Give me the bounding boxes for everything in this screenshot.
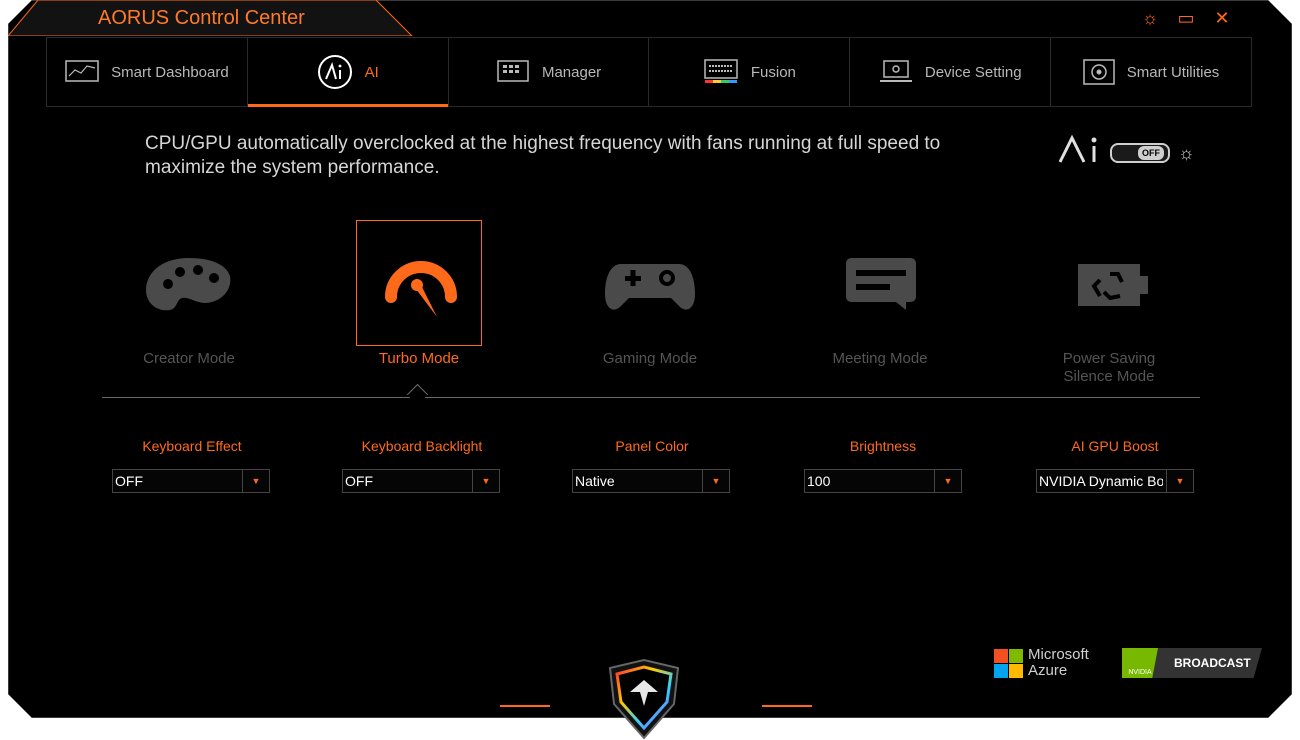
brightness-select[interactable]: 100 ▼ — [804, 469, 962, 493]
logo-text: Microsoft — [1028, 646, 1089, 663]
bottom-accent-line — [762, 705, 812, 707]
ai-icon — [317, 55, 352, 89]
mode-turbo[interactable] — [356, 220, 482, 346]
ai-toggle-switch[interactable]: OFF — [1110, 143, 1170, 163]
tab-smart-dashboard[interactable]: Smart Dashboard — [46, 38, 248, 106]
label-brightness: Brightness — [849, 438, 917, 454]
chevron-down-icon[interactable]: ▼ — [242, 470, 269, 492]
manager-icon — [497, 60, 529, 82]
keyboard-icon — [704, 59, 738, 83]
mode-label-creator: Creator Mode — [143, 350, 235, 367]
app-title: AORUS Control Center — [98, 7, 305, 29]
laptop-settings-icon — [879, 60, 912, 82]
chevron-down-icon[interactable]: ▼ — [472, 470, 499, 492]
mode-meeting[interactable] — [818, 222, 944, 348]
nvidia-badge: NVIDIA — [1122, 648, 1158, 678]
toggle-state: OFF — [1138, 146, 1164, 160]
tab-label: Device Setting — [924, 63, 1022, 81]
gamepad-icon — [605, 264, 695, 310]
tab-fusion[interactable]: Fusion — [649, 38, 851, 106]
ai-gpu-boost-select[interactable]: NVIDIA Dynamic Boost ▼ — [1036, 469, 1194, 493]
keyboard-backlight-select[interactable]: OFF ▼ — [342, 469, 500, 493]
tab-label: AI — [364, 63, 379, 81]
microsoft-logo-icon — [994, 649, 1023, 678]
chevron-down-icon[interactable]: ▼ — [1166, 470, 1193, 492]
tab-ai[interactable]: AI — [247, 38, 449, 107]
mode-label-turbo: Turbo Mode — [378, 350, 460, 367]
title-bar: AORUS Control Center ☼ ▭ ✕ — [8, 0, 1292, 36]
restore-icon[interactable]: ▭ — [1176, 8, 1196, 28]
section-divider — [102, 397, 1200, 398]
tab-label: Manager — [541, 63, 602, 81]
select-value: Native — [575, 473, 615, 489]
label-ai-gpu-boost: AI GPU Boost — [1071, 438, 1159, 454]
tab-label: Fusion — [750, 63, 796, 81]
speedometer-icon — [385, 261, 457, 317]
keyboard-effect-select[interactable]: OFF ▼ — [112, 469, 270, 493]
close-icon[interactable]: ✕ — [1212, 8, 1232, 28]
mode-label-gaming: Gaming Mode — [602, 350, 698, 367]
sun-icon: ☼ — [1178, 142, 1195, 163]
tab-label: Smart Dashboard — [111, 63, 229, 81]
nvidia-broadcast-logo: NVIDIA BROADCAST — [1122, 648, 1262, 678]
main-tabs: Smart Dashboard AI Manager Fusion Device… — [46, 37, 1252, 107]
logo-text: BROADCAST — [1174, 656, 1251, 670]
ai-logo — [1058, 134, 1102, 172]
bottom-accent-line — [500, 705, 550, 707]
tab-manager[interactable]: Manager — [449, 38, 650, 106]
mode-power-saving[interactable] — [1048, 222, 1174, 348]
chat-icon — [846, 258, 916, 310]
chevron-down-icon[interactable]: ▼ — [934, 470, 961, 492]
mode-gaming[interactable] — [587, 222, 713, 348]
ai-toggle-group: OFF ☼ — [1058, 134, 1195, 172]
settings-icon[interactable]: ☼ — [1140, 8, 1160, 28]
mode-label-meeting: Meeting Mode — [832, 350, 928, 367]
palette-icon — [146, 258, 231, 311]
chevron-down-icon[interactable]: ▼ — [702, 470, 729, 492]
select-value: OFF — [345, 473, 373, 489]
utilities-icon — [1083, 59, 1115, 85]
dashboard-icon — [65, 60, 99, 82]
label-keyboard-backlight: Keyboard Backlight — [361, 438, 483, 454]
ai-logo-icon — [1058, 134, 1097, 163]
select-value: NVIDIA Dynamic Boost — [1039, 473, 1163, 489]
mode-label-line: Power Saving — [1062, 350, 1156, 367]
select-value: 100 — [807, 473, 831, 489]
mode-label-power-saving: Power Saving Silence Mode — [1029, 350, 1189, 386]
panel-color-select[interactable]: Native ▼ — [572, 469, 730, 493]
label-panel-color: Panel Color — [615, 438, 689, 454]
aorus-shield-logo — [608, 658, 680, 740]
battery-recycle-icon — [1078, 264, 1148, 306]
tab-label: Smart Utilities — [1126, 63, 1220, 81]
logo-text: Azure — [1028, 662, 1068, 679]
label-keyboard-effect: Keyboard Effect — [142, 438, 242, 454]
mode-creator[interactable] — [126, 222, 252, 348]
tab-device-setting[interactable]: Device Setting — [850, 38, 1052, 106]
microsoft-azure-logo: Microsoft Azure — [994, 647, 1089, 679]
tab-smart-utilities[interactable]: Smart Utilities — [1051, 38, 1252, 106]
mode-label-line: Silence Mode — [1063, 368, 1155, 385]
select-value: OFF — [115, 473, 143, 489]
mode-description: CPU/GPU automatically overclocked at the… — [145, 133, 941, 178]
